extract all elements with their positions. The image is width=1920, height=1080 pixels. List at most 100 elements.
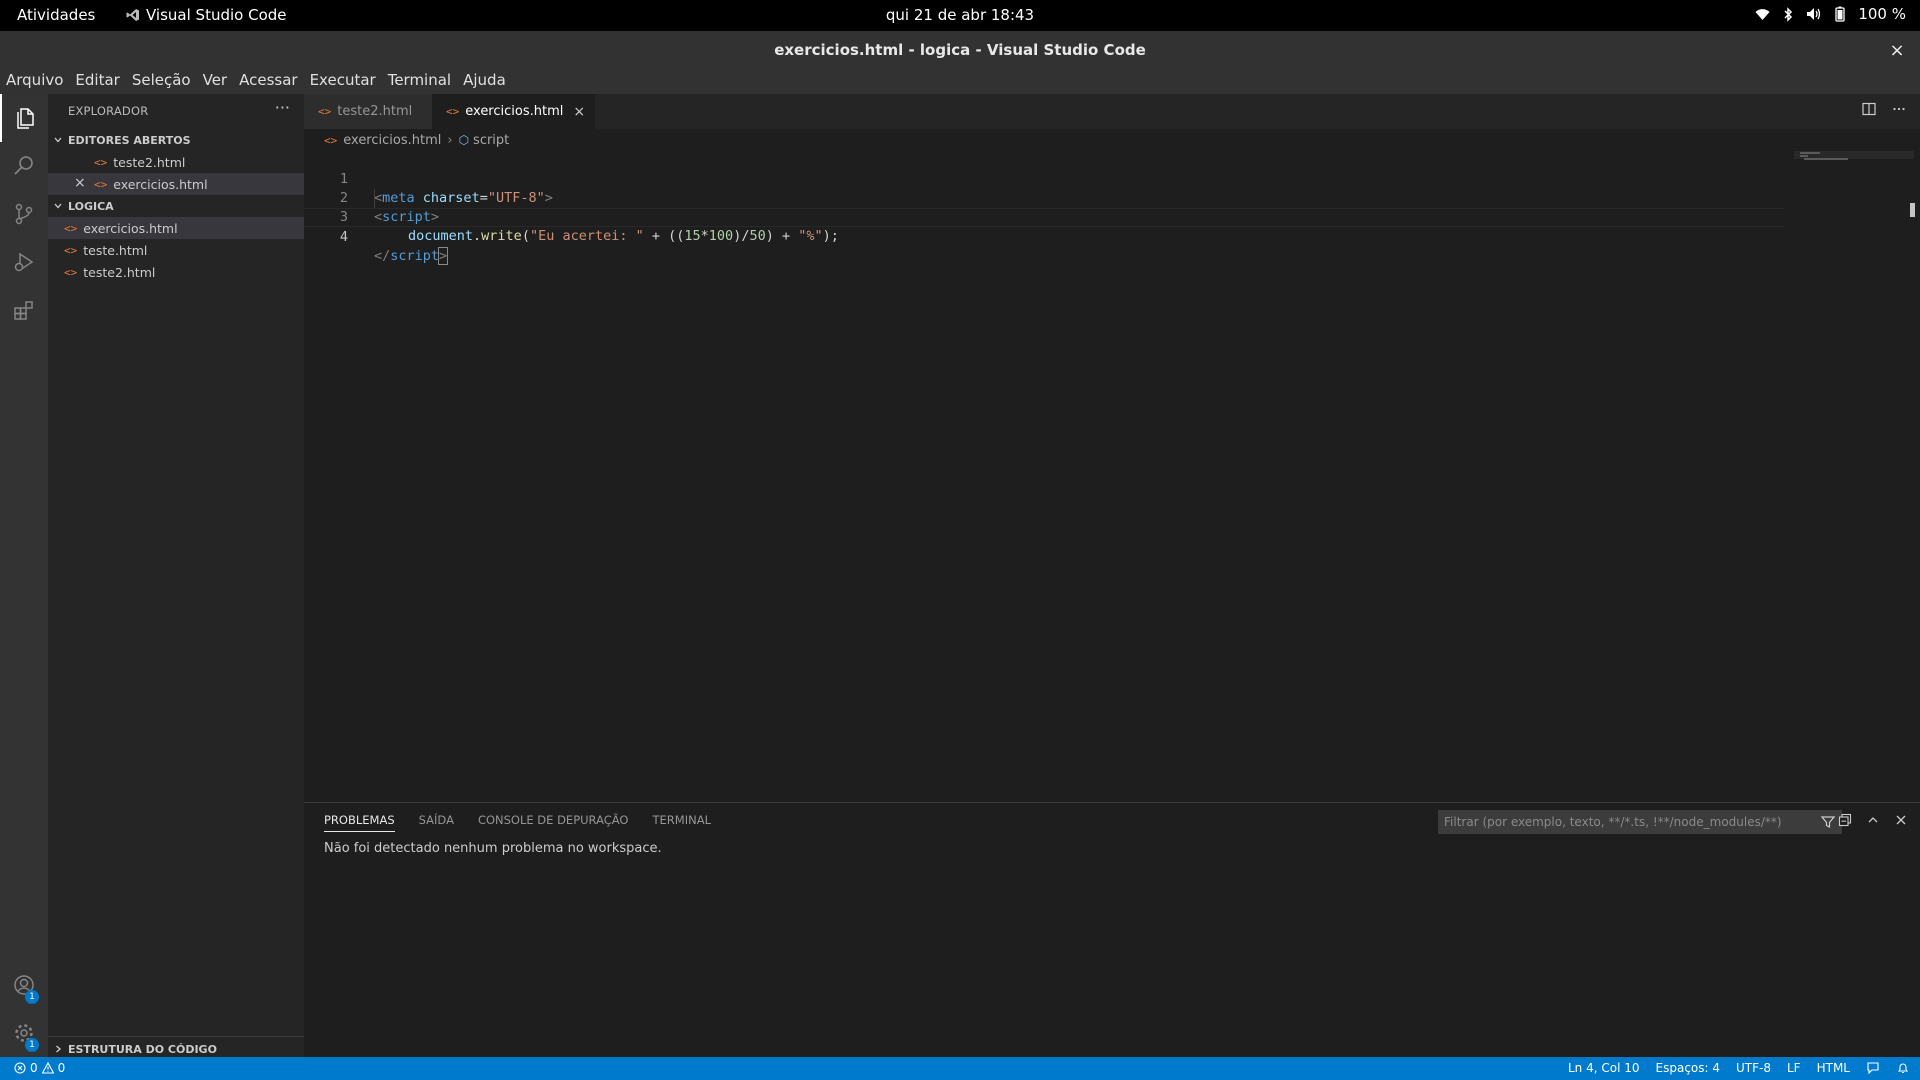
explorer-more-actions[interactable]: ··· <box>275 98 290 117</box>
open-editor-item[interactable]: × <> exercicios.html <box>48 173 304 195</box>
open-editor-item[interactable]: <> teste2.html <box>48 151 304 173</box>
tab-teste2[interactable]: <> teste2.html <box>304 94 432 129</box>
open-editors-section[interactable]: EDITORES ABERTOS <box>48 129 304 151</box>
minimap[interactable] <box>1794 151 1914 802</box>
window-title-bar: exercicios.html - logica - Visual Studio… <box>0 31 1920 70</box>
activity-bar: 1 1 <box>0 94 48 1057</box>
problems-filter-input[interactable]: Filtrar (por exemplo, texto, **/*.ts, !*… <box>1438 810 1842 834</box>
editor-actions <box>1862 102 1906 116</box>
panel-actions <box>1838 813 1908 827</box>
extensions-activity[interactable] <box>0 286 48 334</box>
breadcrumb-file[interactable]: exercicios.html <box>343 133 441 148</box>
language-mode[interactable]: HTML <box>1817 1061 1850 1075</box>
editor-tab-bar: <> teste2.html <> exercicios.html × <box>304 94 1920 129</box>
window-close-button[interactable]: × <box>1884 37 1910 63</box>
menu-selecao[interactable]: Seleção <box>126 70 197 94</box>
explorer-activity[interactable] <box>0 94 48 142</box>
breadcrumb-symbol[interactable]: script <box>473 133 509 148</box>
tab-problemas[interactable]: PROBLEMAS <box>324 813 395 832</box>
status-right: Ln 4, Col 10 Espaços: 4 UTF-8 LF HTML <box>1568 1061 1910 1075</box>
file-label: exercicios.html <box>83 220 178 236</box>
system-tray[interactable]: 100 % <box>1755 5 1906 23</box>
problems-status[interactable]: 0 0 <box>14 1061 65 1075</box>
open-editors-title: EDITORES ABERTOS <box>68 133 191 147</box>
html-file-icon: <> <box>64 221 78 235</box>
search-icon <box>14 156 33 175</box>
status-bar: 0 0 Ln 4, Col 10 Espaços: 4 UTF-8 LF HTM… <box>0 1057 1920 1080</box>
outline-title: ESTRUTURA DO CÓDIGO <box>68 1042 217 1056</box>
clock[interactable]: qui 21 de abr 18:43 <box>886 6 1034 24</box>
outline-section-container: ESTRUTURA DO CÓDIGO <box>48 1036 304 1058</box>
menu-bar: Arquivo Editar Seleção Ver Acessar Execu… <box>0 70 1920 94</box>
settings-badge: 1 <box>25 1038 39 1052</box>
menu-ver[interactable]: Ver <box>197 70 234 94</box>
panel-tabs: PROBLEMAS SAÍDA CONSOLE DE DEPURAÇÃO TER… <box>324 813 711 832</box>
tab-close-icon[interactable]: × <box>573 104 585 120</box>
wifi-icon <box>1755 8 1770 20</box>
chevron-down-icon <box>48 135 68 145</box>
folder-section-logica[interactable]: LOGICA <box>48 195 304 217</box>
file-tree-item[interactable]: <> teste.html <box>48 239 304 261</box>
open-editor-label: teste2.html <box>113 154 186 170</box>
error-icon <box>14 1062 26 1074</box>
tab-console-depuracao[interactable]: CONSOLE DE DEPURAÇÃO <box>478 813 629 832</box>
html-file-icon: <> <box>318 105 332 118</box>
maximize-panel-icon[interactable] <box>1866 813 1880 827</box>
menu-arquivo[interactable]: Arquivo <box>0 70 69 94</box>
tab-label: exercicios.html <box>465 104 564 119</box>
bell-icon[interactable] <box>1896 1061 1910 1075</box>
source-control-activity[interactable] <box>0 190 48 238</box>
activities-button[interactable]: Atividades <box>17 6 95 24</box>
file-label: teste2.html <box>83 264 156 280</box>
split-editor-icon[interactable] <box>1862 102 1876 116</box>
vscode-app-icon <box>126 9 139 21</box>
more-actions-icon[interactable] <box>1892 102 1906 116</box>
filter-placeholder: Filtrar (por exemplo, texto, **/*.ts, !*… <box>1444 815 1782 829</box>
menu-ajuda[interactable]: Ajuda <box>457 70 512 94</box>
collapse-all-icon[interactable] <box>1838 813 1852 827</box>
code-line: 2 <script> <box>304 170 1784 225</box>
folder-title: LOGICA <box>68 199 114 213</box>
accounts-badge: 1 <box>25 990 39 1004</box>
menu-terminal[interactable]: Terminal <box>382 70 457 94</box>
run-debug-activity[interactable] <box>0 238 48 286</box>
indentation[interactable]: Espaços: 4 <box>1656 1061 1721 1075</box>
tab-exercicios[interactable]: <> exercicios.html × <box>432 94 596 129</box>
html-file-icon: <> <box>324 133 338 147</box>
html-file-icon: <> <box>64 243 78 257</box>
open-editor-label: exercicios.html <box>113 176 208 192</box>
code-editor[interactable]: 1 <meta charset="UTF-8"> 2 <script> 3 do… <box>304 151 1920 802</box>
close-editor-icon[interactable]: × <box>74 175 86 191</box>
menu-editar[interactable]: Editar <box>69 70 125 94</box>
system-top-bar: Atividades Visual Studio Code qui 21 de … <box>0 0 1920 31</box>
app-name: Visual Studio Code <box>146 6 287 24</box>
html-file-icon: <> <box>94 155 108 169</box>
menu-executar[interactable]: Executar <box>304 70 382 94</box>
search-activity[interactable] <box>0 142 48 190</box>
files-icon <box>17 108 34 129</box>
volume-icon <box>1807 8 1821 20</box>
explorer-sidebar: EXPLORADOR ··· EDITORES ABERTOS <> teste… <box>48 94 304 1057</box>
tab-saida[interactable]: SAÍDA <box>419 813 454 832</box>
code-line-current: 4 </script> <box>304 208 1784 265</box>
close-panel-icon[interactable] <box>1894 813 1908 827</box>
extensions-icon <box>14 301 33 320</box>
cursor-position[interactable]: Ln 4, Col 10 <box>1568 1061 1640 1075</box>
manage-activity[interactable]: 1 <box>0 1009 48 1057</box>
warning-count: 0 <box>57 1061 66 1075</box>
encoding[interactable]: UTF-8 <box>1736 1061 1771 1075</box>
html-file-icon: <> <box>64 265 78 279</box>
filter-icon[interactable] <box>1820 814 1836 830</box>
tab-label: teste2.html <box>337 104 413 119</box>
file-tree-item[interactable]: <> teste2.html <box>48 261 304 283</box>
file-label: teste.html <box>83 242 148 258</box>
source-control-icon <box>15 203 33 225</box>
feedback-icon[interactable] <box>1866 1061 1880 1075</box>
bluetooth-icon <box>1784 6 1793 22</box>
tab-terminal[interactable]: TERMINAL <box>653 813 711 832</box>
file-tree-item[interactable]: <> exercicios.html <box>48 217 304 239</box>
end-of-line[interactable]: LF <box>1787 1061 1801 1075</box>
menu-acessar[interactable]: Acessar <box>233 70 303 94</box>
accounts-activity[interactable]: 1 <box>0 961 48 1009</box>
app-menu[interactable]: Visual Studio Code <box>126 6 287 24</box>
